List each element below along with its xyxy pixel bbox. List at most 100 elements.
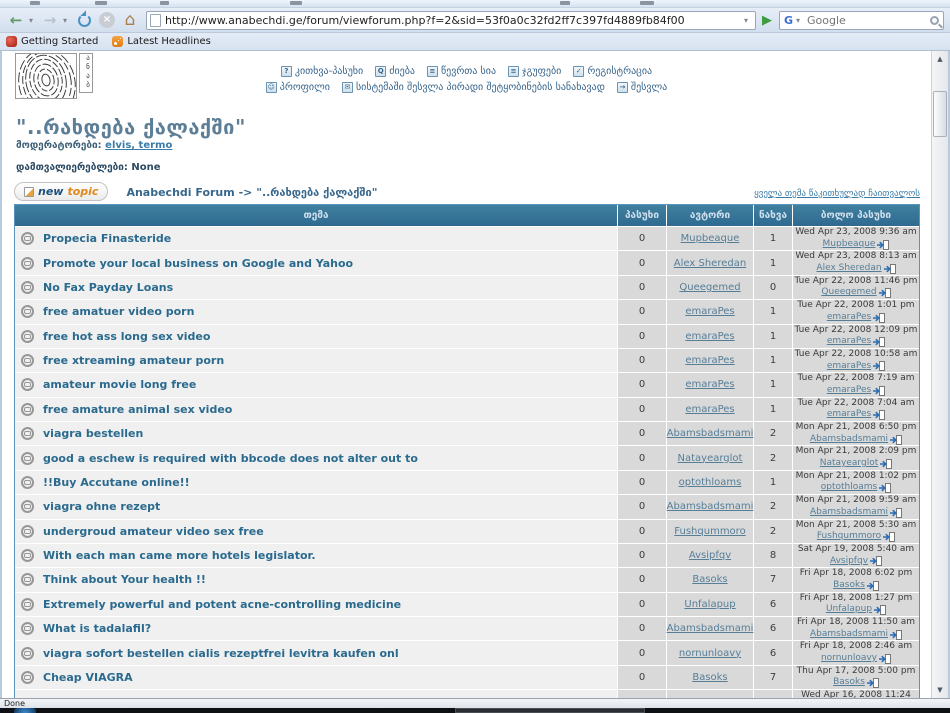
- last-post-author-link[interactable]: Unfalapup: [826, 604, 872, 616]
- last-post-author-link[interactable]: emaraPes: [827, 385, 871, 397]
- start-orb-icon[interactable]: [14, 708, 36, 713]
- new-topic-button[interactable]: newtopic: [14, 182, 108, 201]
- breadcrumb-page-link[interactable]: "..რახდება ქალაქში": [256, 186, 377, 199]
- last-post-author-link[interactable]: Fushqummoro: [817, 531, 881, 543]
- topic-title-link[interactable]: Cheap VIAGRA: [43, 671, 133, 684]
- topic-title-link[interactable]: free xtreaming amateur porn: [43, 354, 224, 367]
- author-link[interactable]: Abamsbadsmami: [667, 428, 754, 439]
- last-post-author-link[interactable]: nornunloavy: [821, 653, 877, 665]
- mark-all-read-link[interactable]: ყველა თემა წაკითხულად ჩაითვალოს: [754, 189, 920, 201]
- topic-title-link[interactable]: amateur movie long free: [43, 378, 196, 391]
- last-post-author-link[interactable]: Alex Sheredan: [816, 263, 881, 275]
- home-button[interactable]: ⌂: [120, 10, 140, 30]
- bookmark-item[interactable]: Getting Started: [6, 36, 98, 47]
- go-button[interactable]: ▶: [762, 13, 772, 28]
- nav-link-memberlist[interactable]: ≡წევრთა სია: [427, 66, 496, 77]
- search-box[interactable]: G ▾: [779, 11, 944, 30]
- nav-link-usergroups[interactable]: ≡ჯგუფები: [508, 66, 561, 77]
- last-post-author-link[interactable]: Queegemed: [821, 287, 876, 299]
- author-link[interactable]: optothloams: [679, 477, 742, 488]
- topic-title-link[interactable]: viagra sofort bestellen cialis rezeptfre…: [43, 647, 399, 660]
- last-post-author-link[interactable]: optothloams: [821, 482, 877, 494]
- goto-latest-post-icon[interactable]: [880, 459, 892, 469]
- back-dropdown[interactable]: ▾: [29, 16, 37, 25]
- author-link[interactable]: Mupbeaque: [681, 233, 740, 244]
- goto-latest-post-icon[interactable]: [883, 532, 895, 542]
- url-input[interactable]: [165, 14, 740, 27]
- topic-title-link[interactable]: !!Buy Accutane online!!: [43, 476, 190, 489]
- topic-title-link[interactable]: With each man came more hotels legislato…: [43, 549, 316, 562]
- search-input[interactable]: [807, 14, 927, 27]
- last-post-author-link[interactable]: Abamsbadsmami: [810, 507, 888, 519]
- topic-title-link[interactable]: What is tadalafil?: [43, 622, 151, 635]
- author-link[interactable]: emaraPes: [685, 306, 734, 317]
- last-post-author-link[interactable]: Basoks: [833, 677, 865, 689]
- scroll-down-button[interactable]: ▼: [932, 682, 948, 698]
- stop-button[interactable]: ×: [97, 10, 117, 30]
- breadcrumb-forum-link[interactable]: Anabechdi Forum: [126, 186, 234, 199]
- last-post-author-link[interactable]: Mupbeaque: [823, 239, 876, 251]
- topic-title-link[interactable]: free amature animal sex video: [43, 403, 232, 416]
- goto-latest-post-icon[interactable]: [890, 630, 902, 640]
- author-link[interactable]: Abamsbadsmami: [667, 501, 754, 512]
- last-post-author-link[interactable]: Avsipfqv: [830, 556, 868, 568]
- author-link[interactable]: emaraPes: [685, 379, 734, 390]
- topic-title-link[interactable]: Propecia Finasteride: [43, 232, 171, 245]
- author-link[interactable]: Alex Sheredan: [674, 258, 746, 269]
- nav-link-profile[interactable]: ☺პროფილი: [266, 82, 330, 93]
- author-link[interactable]: Natayearglot: [678, 453, 743, 464]
- author-link[interactable]: Abamsbadsmami: [667, 623, 754, 634]
- back-button[interactable]: ←: [6, 10, 26, 30]
- goto-latest-post-icon[interactable]: [879, 483, 891, 493]
- last-post-author-link[interactable]: emaraPes: [827, 409, 871, 421]
- topic-title-link[interactable]: No Fax Payday Loans: [43, 281, 173, 294]
- last-post-author-link[interactable]: Natayearglot: [820, 458, 878, 470]
- topic-title-link[interactable]: free hot ass long sex video: [43, 330, 210, 343]
- topic-title-link[interactable]: free amatuer video porn: [43, 305, 194, 318]
- nav-link-faq[interactable]: ?კითხვა-პასუხი: [281, 66, 363, 77]
- author-link[interactable]: emaraPes: [685, 404, 734, 415]
- author-link[interactable]: Fushqummoro: [674, 526, 745, 537]
- windows-taskbar[interactable]: [0, 708, 950, 713]
- nav-link-private-messages[interactable]: ✉სისტემაში შესვლა პირადი შეტყობინების სა…: [342, 82, 605, 93]
- scrollbar-track[interactable]: [932, 67, 948, 682]
- last-post-author-link[interactable]: Abamsbadsmami: [810, 629, 888, 641]
- goto-latest-post-icon[interactable]: [879, 288, 891, 298]
- goto-latest-post-icon[interactable]: [890, 508, 902, 518]
- author-link[interactable]: Unfalapup: [684, 599, 735, 610]
- last-post-author-link[interactable]: emaraPes: [827, 312, 871, 324]
- goto-latest-post-icon[interactable]: [867, 581, 879, 591]
- goto-latest-post-icon[interactable]: [873, 313, 885, 323]
- author-link[interactable]: emaraPes: [685, 355, 734, 366]
- goto-latest-post-icon[interactable]: [870, 556, 882, 566]
- taskbar-button[interactable]: [455, 708, 645, 713]
- topic-title-link[interactable]: Promote your local business on Google an…: [43, 257, 353, 270]
- forward-button[interactable]: →: [40, 10, 60, 30]
- moderator-links[interactable]: elvis, termo: [105, 140, 172, 151]
- nav-link-register[interactable]: ✓რეგისტრაცია: [573, 66, 652, 77]
- author-link[interactable]: Basoks: [692, 574, 727, 585]
- author-link[interactable]: emaraPes: [685, 331, 734, 342]
- goto-latest-post-icon[interactable]: [890, 435, 902, 445]
- last-post-author-link[interactable]: emaraPes: [827, 336, 871, 348]
- url-dropdown[interactable]: ▾: [744, 16, 752, 25]
- goto-latest-post-icon[interactable]: [873, 386, 885, 396]
- nav-link-search[interactable]: Qძიება: [375, 66, 415, 77]
- goto-latest-post-icon[interactable]: [867, 678, 879, 688]
- goto-latest-post-icon[interactable]: [877, 240, 889, 250]
- topic-title-link[interactable]: good a eschew is required with bbcode do…: [43, 452, 418, 465]
- nav-link-login[interactable]: →შესვლა: [617, 82, 667, 93]
- last-post-author-link[interactable]: emaraPes: [827, 361, 871, 373]
- site-logo[interactable]: ანაბეჭდი: [15, 53, 93, 99]
- goto-latest-post-icon[interactable]: [879, 654, 891, 664]
- topic-title-link[interactable]: viagra ohne rezept: [43, 500, 160, 513]
- topic-title-link[interactable]: undergroud amateur video sex free: [43, 525, 264, 538]
- search-icon[interactable]: [930, 16, 939, 25]
- scroll-up-button[interactable]: ▲: [932, 51, 948, 67]
- search-engine-dropdown[interactable]: ▾: [796, 16, 804, 25]
- last-post-author-link[interactable]: Abamsbadsmami: [810, 434, 888, 446]
- bookmark-item[interactable]: Latest Headlines: [112, 36, 211, 47]
- author-link[interactable]: Queegemed: [679, 282, 740, 293]
- author-link[interactable]: Avsipfqv: [689, 550, 731, 561]
- goto-latest-post-icon[interactable]: [873, 337, 885, 347]
